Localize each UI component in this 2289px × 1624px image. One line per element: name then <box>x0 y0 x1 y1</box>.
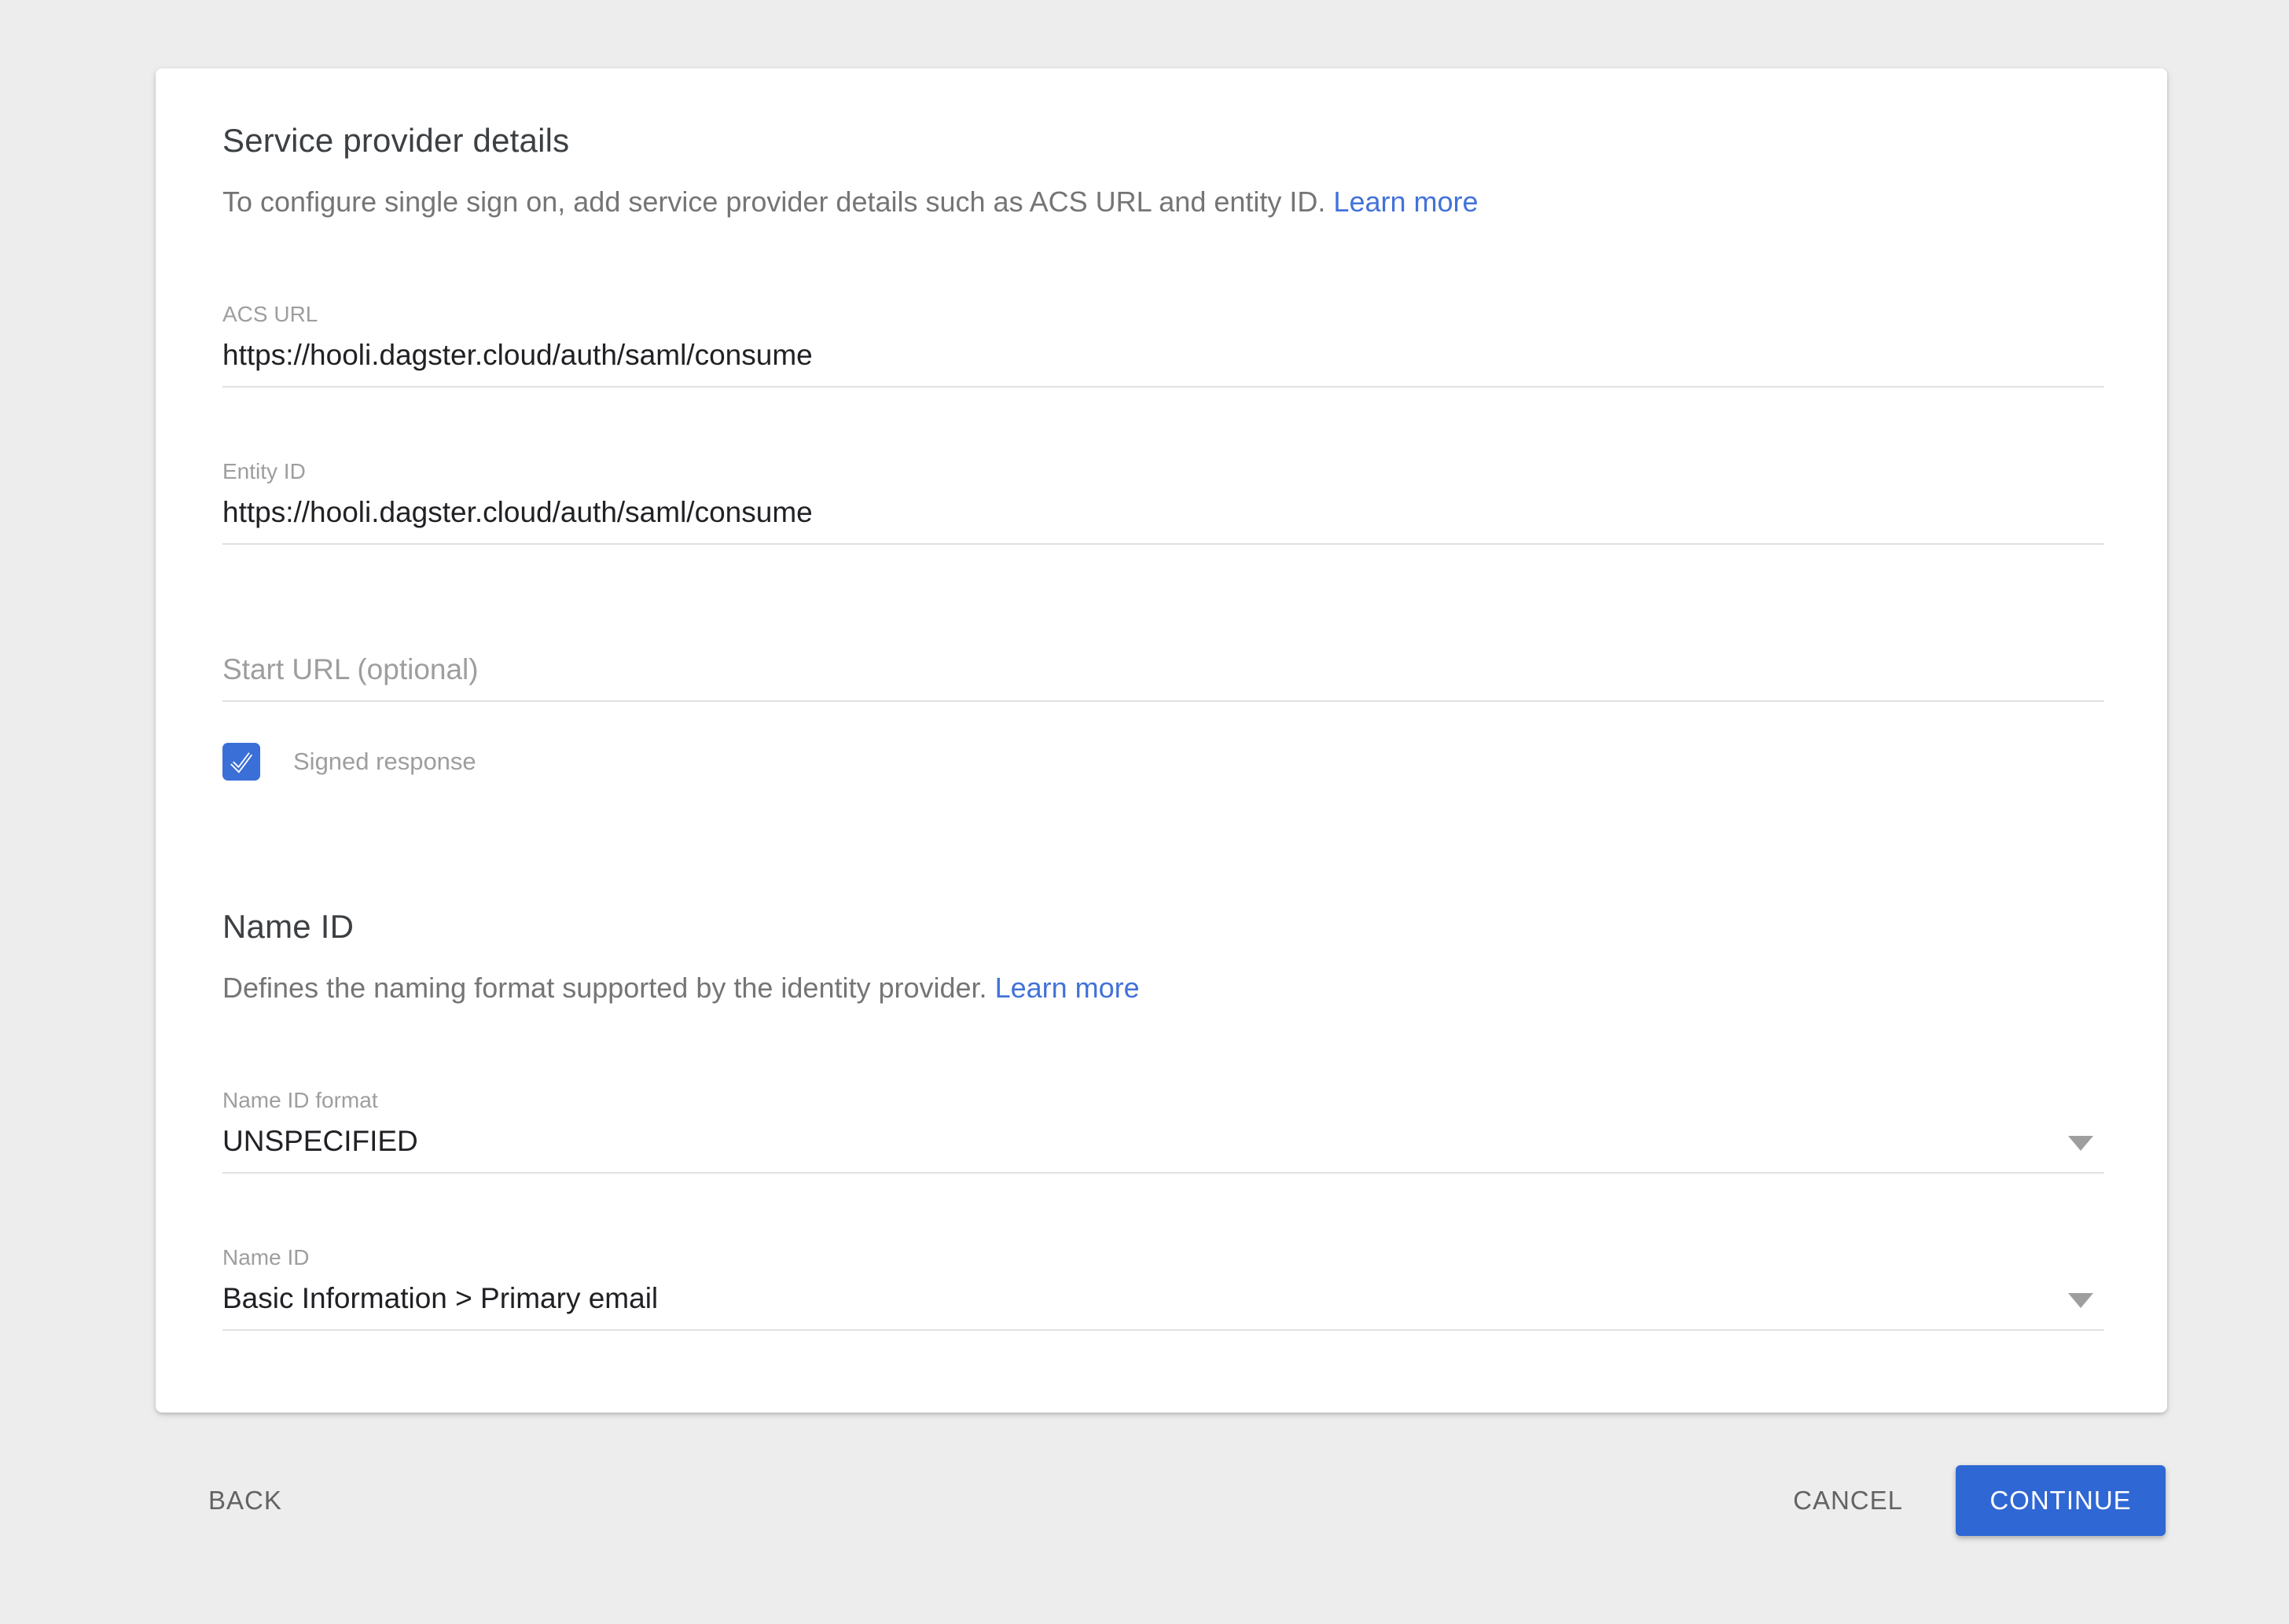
signed-response-label: Signed response <box>293 748 476 776</box>
name-id-section-title: Name ID <box>222 906 354 947</box>
check-icon <box>226 746 257 777</box>
learn-more-link[interactable]: Learn more <box>1333 186 1478 218</box>
cancel-button[interactable]: CANCEL <box>1793 1486 1903 1516</box>
acs-url-label: ACS URL <box>222 301 318 328</box>
name-id-format-value: UNSPECIFIED <box>222 1125 418 1157</box>
chevron-down-icon <box>2068 1136 2093 1151</box>
signed-response-checkbox[interactable] <box>222 743 260 781</box>
start-url-input[interactable] <box>222 653 2104 702</box>
name-id-value: Basic Information > Primary email <box>222 1282 658 1314</box>
name-id-format-label: Name ID format <box>222 1087 378 1114</box>
name-id-section-description: Defines the naming format supported by t… <box>222 969 1140 1007</box>
signed-response-row: Signed response <box>222 743 476 781</box>
entity-id-label: Entity ID <box>222 458 306 485</box>
sso-config-page: Service provider details To configure si… <box>0 0 2289 1624</box>
acs-url-input[interactable] <box>222 339 2104 388</box>
card-description: To configure single sign on, add service… <box>222 183 1479 221</box>
page-title: Service provider details <box>222 120 569 161</box>
continue-button[interactable]: CONTINUE <box>1956 1465 2166 1536</box>
back-button[interactable]: BACK <box>208 1486 282 1516</box>
entity-id-input[interactable] <box>222 496 2104 545</box>
card-description-text: To configure single sign on, add service… <box>222 186 1325 218</box>
name-id-learn-more-link[interactable]: Learn more <box>995 972 1140 1004</box>
name-id-format-select[interactable]: UNSPECIFIED <box>222 1125 2104 1174</box>
chevron-down-icon <box>2068 1293 2093 1308</box>
name-id-select[interactable]: Basic Information > Primary email <box>222 1282 2104 1331</box>
wizard-footer: BACK CANCEL CONTINUE <box>156 1465 2166 1536</box>
name-id-label: Name ID <box>222 1244 309 1271</box>
service-provider-card: Service provider details To configure si… <box>156 68 2167 1413</box>
name-id-description-text: Defines the naming format supported by t… <box>222 972 987 1004</box>
